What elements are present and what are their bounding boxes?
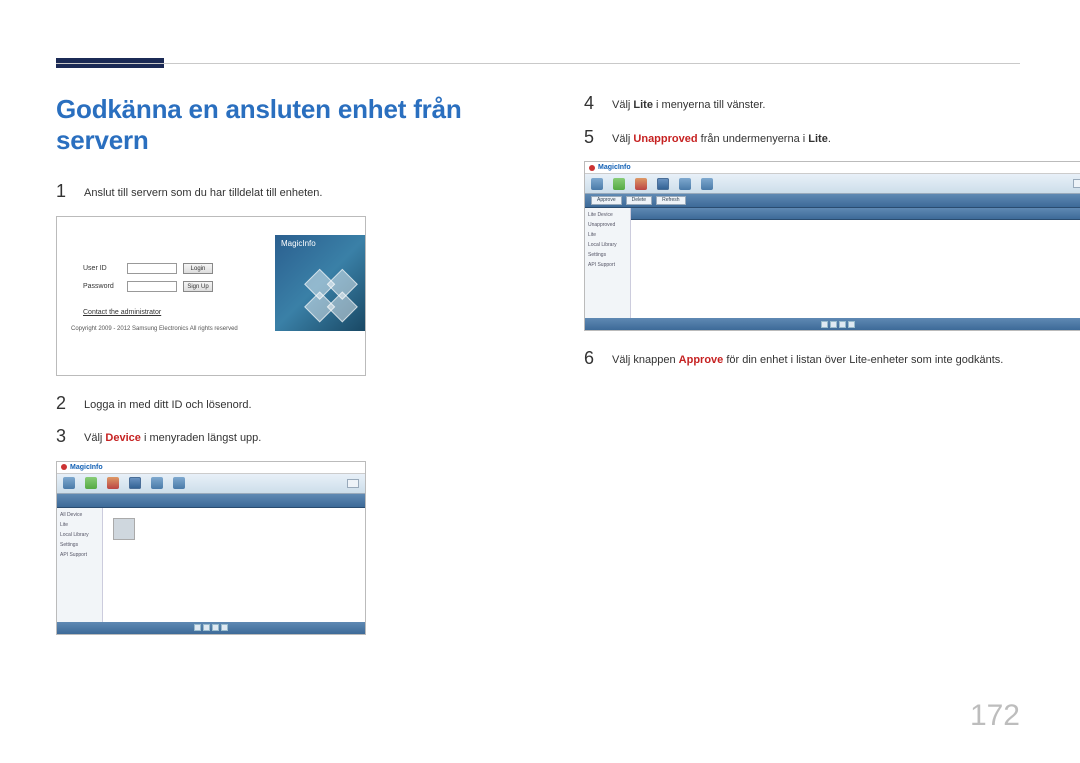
login-button[interactable]: Login (183, 263, 213, 274)
sidebar-item[interactable]: Lite (60, 522, 99, 528)
sidebar-item[interactable]: API Support (60, 552, 99, 558)
delete-button[interactable]: Delete (626, 196, 652, 205)
magicinfo-brand-text: MagicInfo (281, 239, 316, 248)
login-userid-input[interactable] (127, 263, 177, 274)
highlight-lite: Lite (633, 99, 653, 111)
step-text: Logga in med ditt ID och lösenord. (84, 394, 252, 414)
pager-button[interactable] (212, 624, 219, 631)
app-subbar: Approve Delete Refresh (585, 194, 1080, 208)
toolbar-search[interactable] (1073, 179, 1080, 188)
step-number: 6 (584, 349, 598, 367)
login-userid-label: User ID (83, 265, 121, 272)
screenshot-app-unapproved: MagicInfo Approve Delete Refresh (584, 161, 1080, 331)
sidebar-item[interactable]: API Support (588, 262, 627, 268)
table-header (631, 208, 1080, 220)
status-dot-icon (589, 165, 595, 171)
step-5: 5 Välj Unapproved från undermenyerna i L… (584, 128, 1080, 148)
app-logo: MagicInfo (70, 464, 103, 471)
step-text: Anslut till servern som du har tilldelat… (84, 182, 322, 202)
step-4: 4 Välj Lite i menyerna till vänster. (584, 94, 1080, 114)
toolbar-icon[interactable] (107, 477, 119, 489)
toolbar-icon[interactable] (591, 178, 603, 190)
highlight-device: Device (105, 432, 140, 444)
screenshot-app-device: MagicInfo All Device (56, 461, 366, 635)
pager-button[interactable] (203, 624, 210, 631)
step-text: Välj knappen Approve för din enhet i lis… (612, 349, 1003, 369)
sidebar-item[interactable]: Settings (588, 252, 627, 258)
approve-button[interactable]: Approve (591, 196, 622, 205)
device-thumbnail[interactable] (113, 518, 135, 540)
step-number: 1 (56, 182, 70, 200)
pager-button[interactable] (830, 321, 837, 328)
magicinfo-logo-icon (291, 257, 365, 331)
refresh-button[interactable]: Refresh (656, 196, 686, 205)
toolbar-icon[interactable] (151, 477, 163, 489)
pager-button[interactable] (848, 321, 855, 328)
page-number: 172 (970, 699, 1020, 733)
step-2: 2 Logga in med ditt ID och lösenord. (56, 394, 516, 414)
screenshot-login: User ID Login Password Sign Up Contact t… (56, 216, 366, 376)
toolbar-icon[interactable] (613, 178, 625, 190)
pager-button[interactable] (821, 321, 828, 328)
signup-button[interactable]: Sign Up (183, 281, 213, 292)
app-toolbar (585, 174, 1080, 194)
sidebar-item[interactable]: All Device (60, 512, 99, 518)
step-number: 4 (584, 94, 598, 112)
toolbar-icon[interactable] (679, 178, 691, 190)
step-text: Välj Unapproved från undermenyerna i Lit… (612, 128, 831, 148)
step-3: 3 Välj Device i menyraden längst upp. (56, 427, 516, 447)
toolbar-search[interactable] (347, 479, 359, 488)
app-logo: MagicInfo (598, 164, 631, 171)
app-pager (57, 622, 365, 634)
top-rule (56, 63, 1020, 64)
toolbar-icon[interactable] (173, 477, 185, 489)
status-dot-icon (61, 464, 67, 470)
app-sidebar: Lite Device Unapproved Lite Local Librar… (585, 208, 631, 318)
highlight-approve: Approve (679, 354, 724, 366)
app-toolbar (57, 474, 365, 494)
app-subbar (57, 494, 365, 508)
step-text: Välj Device i menyraden längst upp. (84, 427, 261, 447)
sidebar-item[interactable]: Local Library (60, 532, 99, 538)
login-password-label: Password (83, 283, 121, 290)
toolbar-icon-device[interactable] (657, 178, 669, 190)
sidebar-item[interactable]: Lite (588, 232, 627, 238)
sidebar-item[interactable]: Local Library (588, 242, 627, 248)
sidebar-item-unapproved[interactable]: Unapproved (588, 222, 627, 228)
section-heading: Godkänna en ansluten enhet från servern (56, 94, 516, 156)
app-main (631, 208, 1080, 318)
sidebar-item[interactable]: Settings (60, 542, 99, 548)
pager-button[interactable] (839, 321, 846, 328)
toolbar-icon-device[interactable] (129, 477, 141, 489)
toolbar-icon[interactable] (701, 178, 713, 190)
highlight-unapproved: Unapproved (633, 133, 697, 145)
step-number: 5 (584, 128, 598, 146)
toolbar-icon[interactable] (63, 477, 75, 489)
app-pager (585, 318, 1080, 330)
step-number: 3 (56, 427, 70, 445)
step-text: Välj Lite i menyerna till vänster. (612, 94, 765, 114)
toolbar-icon[interactable] (85, 477, 97, 489)
table-body (631, 220, 1080, 318)
pager-button[interactable] (221, 624, 228, 631)
sidebar-item[interactable]: Lite Device (588, 212, 627, 218)
magicinfo-brand-panel: MagicInfo (275, 235, 365, 331)
toolbar-icon[interactable] (635, 178, 647, 190)
step-6: 6 Välj knappen Approve för din enhet i l… (584, 349, 1080, 369)
login-password-input[interactable] (127, 281, 177, 292)
step-1: 1 Anslut till servern som du har tilldel… (56, 182, 516, 202)
app-main (103, 508, 365, 622)
app-sidebar: All Device Lite Local Library Settings A… (57, 508, 103, 622)
step-number: 2 (56, 394, 70, 412)
pager-button[interactable] (194, 624, 201, 631)
